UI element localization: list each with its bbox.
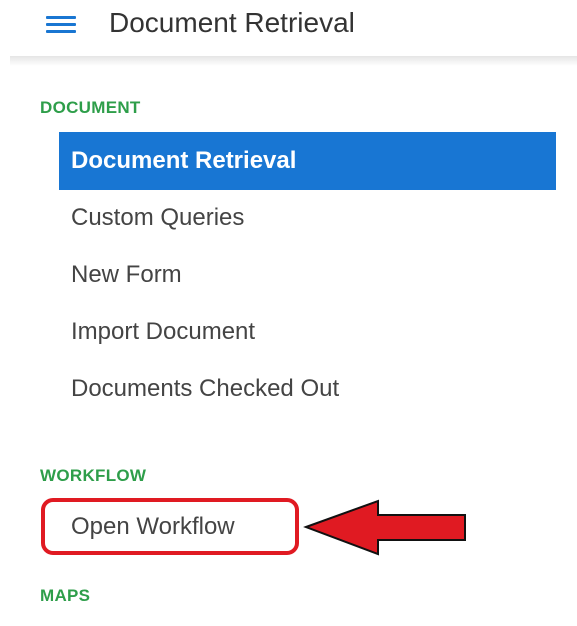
section-label-document: DOCUMENT	[40, 98, 141, 117]
app-header: Document Retrieval	[0, 0, 577, 58]
hamburger-menu-icon[interactable]	[46, 12, 76, 36]
header-divider	[10, 56, 577, 66]
nav-item-label: Import Document	[71, 318, 256, 345]
left-arrow-icon	[303, 499, 466, 556]
nav-item-label: Custom Queries	[71, 204, 245, 231]
nav-item-new-form[interactable]: New Form	[59, 246, 556, 304]
nav-item-label: Document Retrieval	[71, 147, 297, 174]
navigation-drawer: Document Retrieval DOCUMENT Document Ret…	[0, 0, 577, 626]
nav-item-custom-queries[interactable]: Custom Queries	[59, 189, 556, 247]
nav-item-document-retrieval[interactable]: Document Retrieval	[59, 132, 556, 190]
page-title: Document Retrieval	[109, 7, 355, 38]
section-label-workflow: WORKFLOW	[40, 466, 147, 485]
nav-item-label: New Form	[71, 261, 182, 288]
section-label-maps: MAPS	[40, 586, 91, 605]
nav-item-import-document[interactable]: Import Document	[59, 303, 556, 361]
nav-item-label: Documents Checked Out	[71, 375, 340, 402]
nav-item-documents-checked-out[interactable]: Documents Checked Out	[59, 360, 556, 418]
annotation-highlight-box	[41, 498, 299, 555]
